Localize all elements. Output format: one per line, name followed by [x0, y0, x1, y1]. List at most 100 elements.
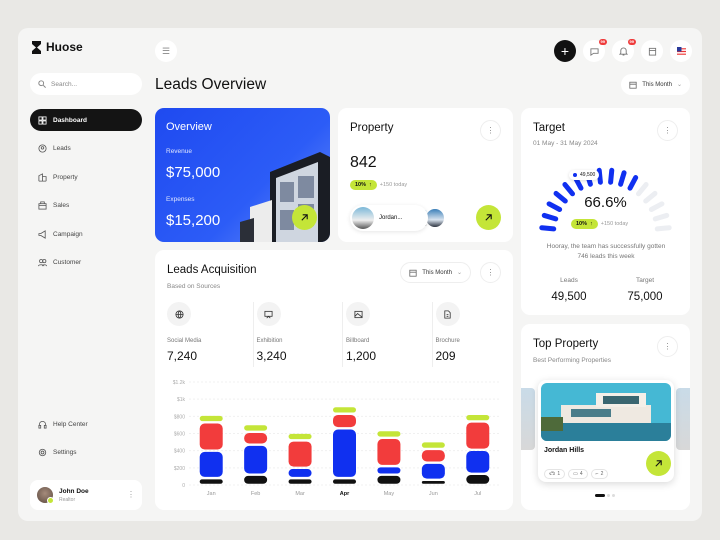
top-property-card: Top Property Best Performing Properties … [521, 324, 690, 510]
source-value: 7,240 [167, 349, 198, 363]
bar-segment-green-may[interactable] [377, 431, 401, 437]
bar-segment-green-jan[interactable] [199, 415, 223, 422]
bar-segment-blue-feb[interactable] [244, 445, 268, 474]
bar-segment-red-feb[interactable] [244, 432, 268, 444]
sidebar-item-property[interactable]: Property [30, 166, 142, 188]
bar-segment-red-jan[interactable] [199, 423, 223, 450]
property-carousel-card[interactable]: Jordan Hills 🚗︎ 1 ▭ 4 ⌐ 2 [538, 380, 674, 482]
calendar-icon [629, 81, 637, 89]
arrow-up-right-icon [485, 214, 492, 221]
bar-segment-green-jul[interactable] [466, 414, 490, 421]
notifications-badge: 99 [627, 39, 636, 45]
leads-icon [38, 144, 47, 153]
property-thumb-label: Jordan... [379, 215, 403, 221]
target-message: Hooray, the team has successfully gotten… [546, 243, 666, 261]
sidebar-item-customer[interactable]: Customer [30, 252, 142, 274]
bar-segment-blue-apr[interactable] [333, 429, 356, 477]
source-label: Exhibition [256, 338, 283, 344]
bar-segment-black-apr[interactable] [333, 479, 356, 484]
overview-open-button[interactable] [292, 205, 317, 230]
top-property-open-button[interactable] [646, 451, 671, 476]
bar-segment-red-jul[interactable] [466, 422, 490, 449]
hourglass-logo-icon [32, 40, 41, 54]
calendar-button[interactable] [641, 40, 663, 62]
bar-segment-black-feb[interactable] [244, 475, 268, 484]
messages-badge: 99 [598, 39, 607, 45]
sidebar-item-sales[interactable]: Sales [30, 195, 142, 217]
hamburger-menu-icon[interactable]: ☰ [155, 40, 177, 62]
top-actions: + 99 99 [554, 39, 692, 62]
property-thumb-first[interactable]: Jordan... [350, 205, 428, 231]
bar-segment-blue-mar[interactable] [288, 469, 312, 477]
user-menu-icon[interactable]: ⋮ [127, 491, 135, 499]
avatar [37, 487, 54, 504]
source-brochure: Brochure 209 [435, 302, 524, 372]
property-open-button[interactable] [476, 205, 501, 230]
arrow-up-right-icon [655, 460, 662, 467]
gauge-tick-filled [608, 167, 615, 185]
sidebar-item-leads[interactable]: Leads [30, 138, 142, 160]
notifications-button[interactable]: 99 [612, 39, 636, 62]
building-icon [38, 172, 47, 182]
bar-segment-red-jun[interactable] [421, 450, 445, 462]
bar-segment-black-jan[interactable] [199, 479, 223, 484]
bar-segment-black-may[interactable] [377, 475, 401, 484]
sidebar-item-dashboard[interactable]: Dashboard [30, 109, 142, 131]
property-more-button[interactable]: ⋮ [480, 120, 501, 141]
leads-more-button[interactable]: ⋮ [480, 262, 501, 283]
sidebar-item-settings[interactable]: Settings [30, 442, 142, 464]
x-tick-label: Jan [207, 491, 216, 497]
period-select[interactable]: This Month ⌄ [621, 74, 690, 95]
gear-icon [38, 448, 47, 457]
messages-button[interactable]: 99 [583, 39, 607, 62]
source-icon-wrap [167, 302, 191, 326]
expenses-label: Expenses [166, 196, 195, 203]
gauge-tick-filled [627, 175, 639, 191]
bar-segment-black-mar[interactable] [288, 479, 312, 484]
bar-segment-green-feb[interactable] [244, 425, 268, 431]
add-button[interactable]: + [554, 40, 576, 62]
gauge-tick-filled [618, 170, 627, 187]
chevron-down-icon: ⌄ [456, 270, 462, 276]
prev-property-card[interactable] [521, 388, 535, 450]
sidebar-item-help-center[interactable]: Help Center [30, 413, 142, 435]
sidebar-item-label: Settings [53, 449, 77, 456]
bar-segment-red-apr[interactable] [333, 414, 356, 428]
bar-segment-blue-may[interactable] [377, 467, 401, 474]
top-property-more-button[interactable]: ⋮ [657, 336, 678, 357]
target-today: +150 today [600, 221, 629, 227]
app-window: Huose Search... Dashboard Leads Property Sa… [18, 28, 702, 521]
bar-segment-blue-jun[interactable] [421, 463, 445, 479]
bar-segment-blue-jan[interactable] [199, 451, 223, 477]
property-name: Jordan Hills [544, 447, 585, 454]
user-profile[interactable]: John Doe Realtor ⋮ [30, 480, 142, 510]
bar-segment-green-apr[interactable] [333, 407, 356, 413]
bar-segment-green-mar[interactable] [288, 433, 312, 440]
source-divider [342, 302, 343, 367]
page-title: Leads Overview [155, 76, 267, 93]
bar-segment-red-mar[interactable] [288, 441, 312, 467]
leads-period-select[interactable]: This Month ⌄ [400, 262, 471, 283]
target-card: Target 01 May - 31 May 2024 ⋮ 49,500 66.… [521, 108, 690, 315]
carousel-dots[interactable] [595, 494, 615, 497]
bar-segment-black-jun[interactable] [421, 481, 445, 484]
logo[interactable]: Huose [32, 40, 83, 54]
language-button[interactable] [670, 40, 692, 62]
sidebar-item-campaign[interactable]: Campaign [30, 223, 142, 245]
bar-segment-red-may[interactable] [377, 438, 401, 465]
gauge-tick-filled [539, 225, 557, 232]
source-icon-wrap [435, 302, 460, 326]
document-icon [444, 309, 451, 319]
next-property-card[interactable] [676, 388, 690, 450]
grid-icon [38, 115, 47, 125]
bar-segment-blue-jul[interactable] [466, 451, 490, 473]
search-icon [38, 80, 46, 88]
overview-card: Overview Revenue $75,000 Expenses $15,20… [155, 108, 330, 242]
source-billboard: Billboard 1,200 [346, 302, 434, 372]
property-card: Property ⋮ 842 10% ↑ +150 today Jordan... [338, 108, 513, 242]
search-input[interactable]: Search... [30, 73, 142, 95]
target-more-button[interactable]: ⋮ [657, 120, 678, 141]
source-value: 1,200 [346, 349, 377, 363]
bar-segment-green-jun[interactable] [421, 442, 445, 448]
bar-segment-black-jul[interactable] [466, 475, 490, 484]
